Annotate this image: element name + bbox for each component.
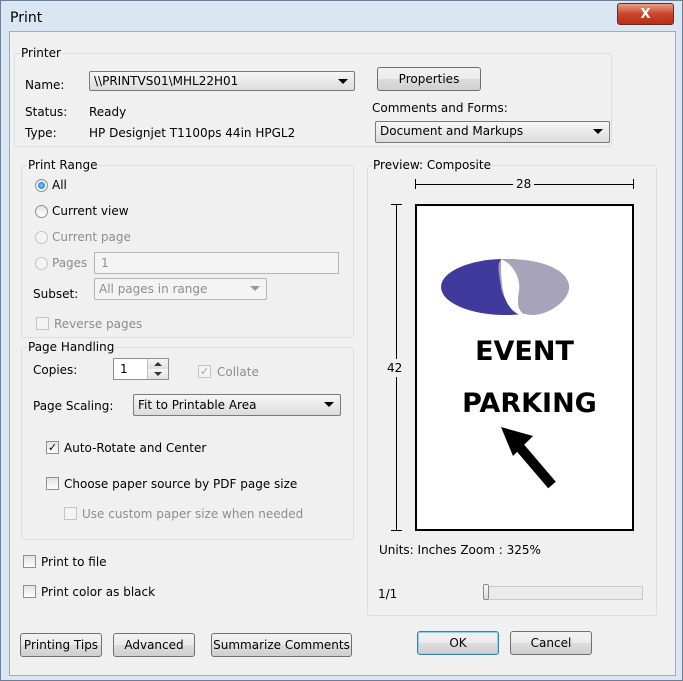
sign-line-event: EVENT (475, 336, 574, 367)
printer-name-value: \\PRINTVS01\MHL22H01 (94, 74, 239, 88)
comments-forms-value: Document and Markups (380, 124, 524, 138)
subset-value: All pages in range (99, 282, 208, 296)
close-icon: X (640, 6, 651, 22)
page-slider-track[interactable] (485, 586, 643, 600)
arrow-icon (501, 427, 556, 489)
dialog-body: Printer Name: \\PRINTVS01\MHL22H01 Prope… (9, 31, 676, 676)
sign-graphics (441, 259, 569, 489)
height-dimension-label: 42 (387, 359, 403, 377)
copies-value: 1 (120, 362, 128, 376)
radio-pages-label: Pages (52, 256, 88, 270)
window-title: Print (10, 10, 43, 26)
preview-page: EVENT PARKING (415, 204, 634, 531)
print-color-black-label: Print color as black (41, 585, 156, 599)
collate-checkbox[interactable]: ✓ (198, 365, 211, 378)
printer-type-value: HP Designjet T1100ps 44in HPGL2 (89, 126, 296, 140)
width-dimension-label: 28 (513, 177, 535, 191)
print-range-legend: Print Range (27, 158, 99, 172)
radio-all-label: All (52, 178, 67, 192)
reverse-pages-checkbox[interactable] (36, 317, 49, 330)
page-scaling-value: Fit to Printable Area (138, 398, 257, 412)
preview-legend: Preview: Composite (372, 158, 492, 172)
width-dimension-tick-left (415, 179, 416, 189)
chevron-down-icon (338, 79, 348, 84)
cancel-button[interactable]: Cancel (510, 631, 592, 655)
collate-label: Collate (217, 365, 259, 379)
auto-rotate-label: Auto-Rotate and Center (64, 441, 207, 455)
page-handling-legend: Page Handling (27, 340, 116, 354)
choose-paper-source-checkbox[interactable] (46, 477, 59, 490)
subset-dropdown[interactable]: All pages in range (94, 278, 267, 300)
height-dimension-tick-bottom (391, 530, 402, 531)
printer-status-label: Status: (25, 105, 68, 119)
chevron-down-icon (324, 402, 334, 407)
properties-button[interactable]: Properties (377, 67, 481, 91)
print-color-black-checkbox[interactable] (23, 585, 36, 598)
radio-current-page-label: Current page (52, 230, 131, 244)
printer-legend: Printer (20, 46, 62, 60)
print-to-file-label: Print to file (41, 555, 107, 569)
chevron-down-icon (250, 286, 260, 291)
advanced-button[interactable]: Advanced (113, 633, 195, 657)
radio-current-view[interactable] (35, 205, 48, 218)
printer-name-label: Name: (25, 78, 65, 92)
radio-pages[interactable] (35, 257, 48, 270)
page-counter: 1/1 (378, 587, 398, 601)
print-dialog-window: Print X Printer Name: \\PRINTVS01\MHL22H… (0, 0, 683, 681)
custom-paper-size-checkbox[interactable] (64, 507, 77, 520)
reverse-pages-label: Reverse pages (54, 317, 143, 331)
comments-forms-label: Comments and Forms: (372, 101, 508, 115)
subset-label: Subset: (33, 287, 79, 301)
sign-line-parking: PARKING (462, 388, 597, 419)
summarize-comments-button[interactable]: Summarize Comments (211, 633, 352, 657)
copies-label: Copies: (33, 363, 78, 377)
chevron-up-icon (154, 362, 162, 366)
radio-current-page[interactable] (35, 231, 48, 244)
custom-paper-size-label: Use custom paper size when needed (82, 507, 304, 521)
chevron-down-icon (593, 129, 603, 134)
page-slider-thumb[interactable] (483, 584, 489, 600)
chevron-down-icon (154, 372, 162, 376)
radio-current-view-label: Current view (52, 204, 129, 218)
page-scaling-dropdown[interactable]: Fit to Printable Area (133, 394, 341, 416)
choose-paper-source-label: Choose paper source by PDF page size (64, 477, 298, 491)
printer-type-label: Type: (25, 126, 57, 140)
logo-icon (441, 259, 569, 316)
page-scaling-label: Page Scaling: (33, 399, 114, 413)
radio-all[interactable] (35, 179, 48, 192)
auto-rotate-checkbox[interactable]: ✓ (46, 441, 59, 454)
printer-status-value: Ready (89, 105, 127, 119)
title-bar[interactable]: Print X (1, 1, 682, 31)
close-button[interactable]: X (617, 3, 674, 25)
units-zoom-text: Units: Inches Zoom : 325% (379, 543, 541, 557)
ok-button[interactable]: OK (417, 631, 499, 655)
height-dimension-tick-top (391, 204, 402, 205)
printer-name-dropdown[interactable]: \\PRINTVS01\MHL22H01 (89, 71, 355, 91)
printing-tips-button[interactable]: Printing Tips (20, 633, 102, 657)
spin-down-button[interactable] (148, 369, 168, 379)
pages-input[interactable]: 1 (94, 252, 339, 274)
copies-spinner[interactable] (147, 359, 169, 379)
print-to-file-checkbox[interactable] (23, 555, 36, 568)
comments-forms-dropdown[interactable]: Document and Markups (375, 121, 610, 143)
width-dimension-tick-right (633, 179, 634, 189)
